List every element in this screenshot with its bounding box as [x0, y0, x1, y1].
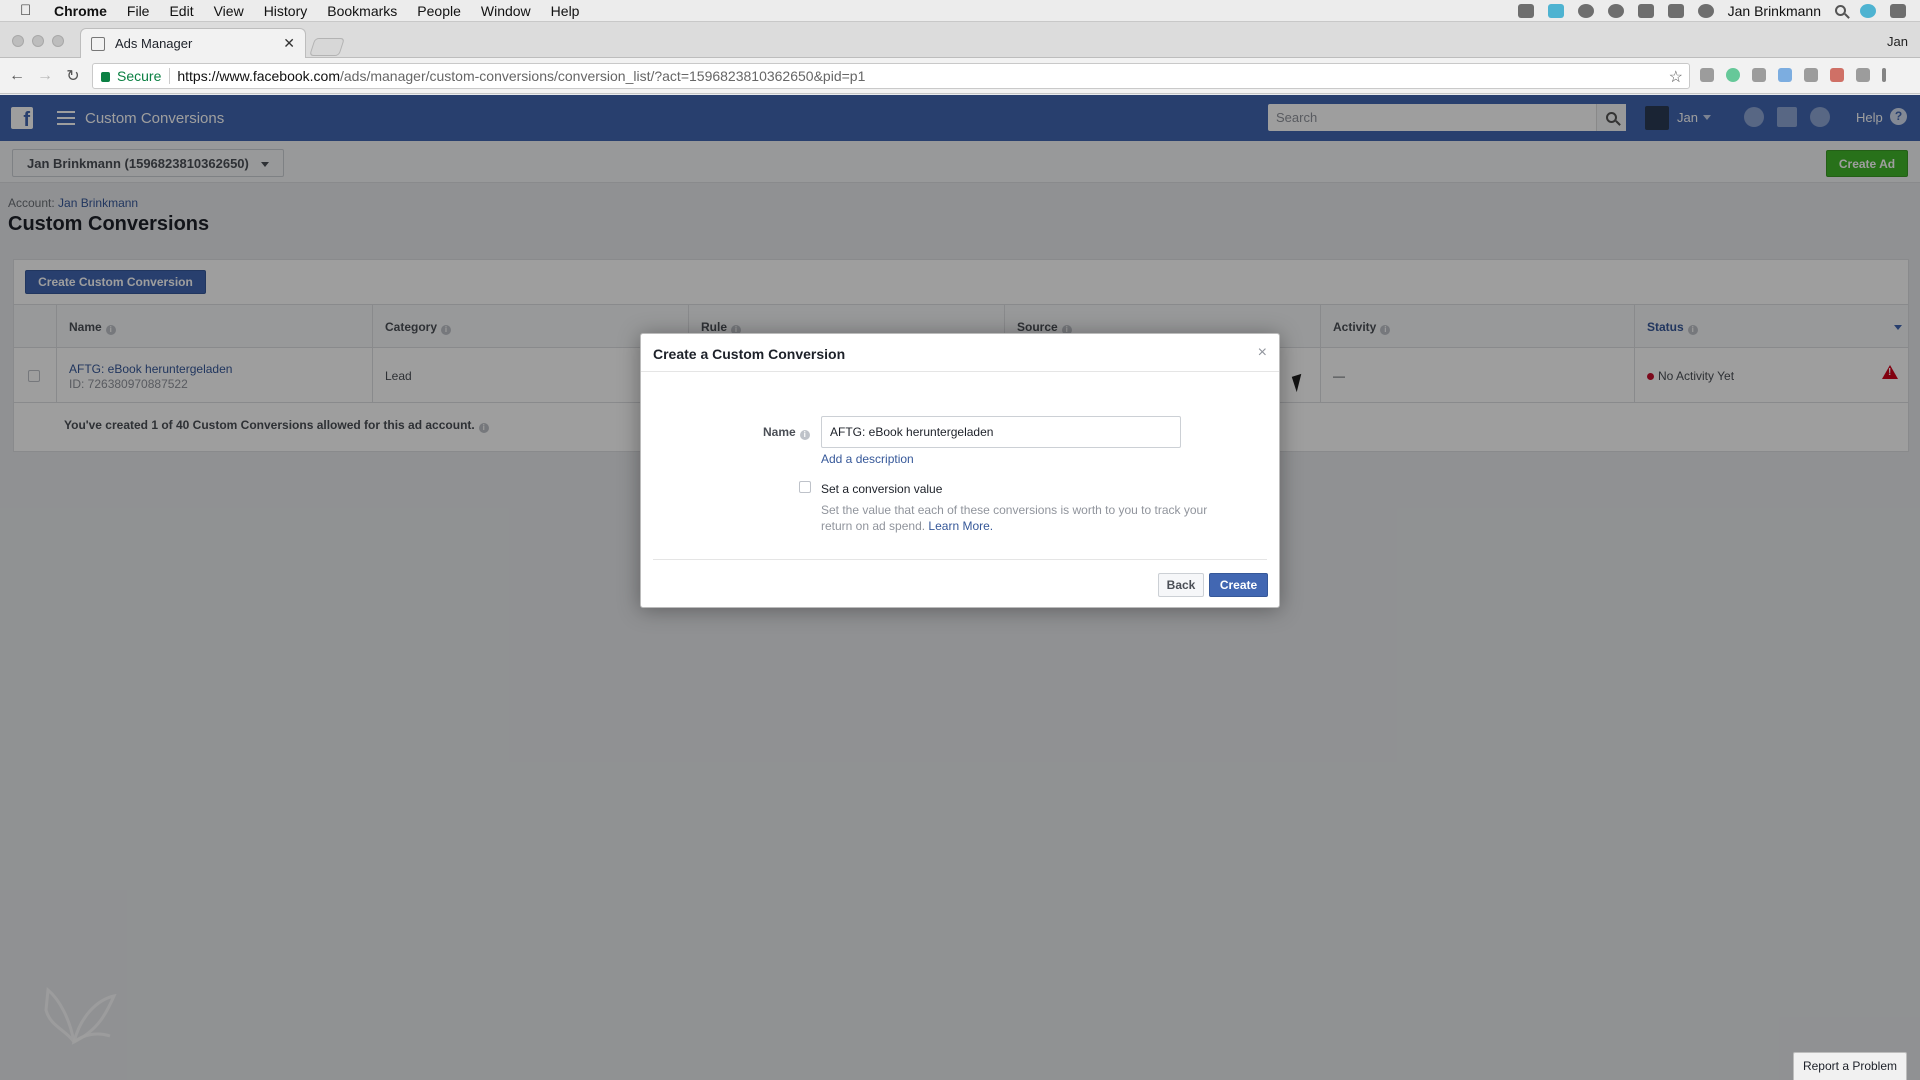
extension-m-icon[interactable] — [1726, 68, 1740, 82]
browser-menu-icon[interactable] — [1882, 68, 1886, 82]
extension-w-icon[interactable] — [1830, 68, 1844, 82]
menu-people[interactable]: People — [417, 3, 461, 19]
conversion-value-help: Set the value that each of these convers… — [821, 502, 1221, 534]
name-input[interactable] — [821, 416, 1181, 448]
lock-icon[interactable] — [1637, 4, 1654, 18]
menu-help[interactable]: Help — [551, 3, 580, 19]
close-icon[interactable]: × — [1258, 344, 1267, 362]
zoom-window-button[interactable] — [52, 35, 64, 47]
cloud-icon[interactable] — [1577, 4, 1594, 18]
menu-edit[interactable]: Edit — [169, 3, 193, 19]
close-window-button[interactable] — [12, 35, 24, 47]
forward-arrow-icon[interactable]: → — [34, 67, 56, 85]
learn-more-link[interactable]: Learn More. — [928, 519, 993, 533]
menu-view[interactable]: View — [214, 3, 244, 19]
extension-puzzle-icon[interactable] — [1856, 68, 1870, 82]
browser-profile[interactable]: Jan — [1887, 34, 1908, 49]
address-bar[interactable]: Secure https://www.facebook.com /ads/man… — [92, 63, 1690, 89]
dialog-header: Create a Custom Conversion × — [641, 334, 1279, 372]
menu-history[interactable]: History — [264, 3, 308, 19]
extension-password-icon[interactable] — [1700, 68, 1714, 82]
menubar-user[interactable]: Jan Brinkmann — [1728, 3, 1821, 19]
browser-tabstrip: Ads Manager ✕ Jan — [0, 22, 1920, 58]
create-custom-conversion-dialog: Create a Custom Conversion × Namei Add a… — [640, 333, 1280, 608]
menu-window[interactable]: Window — [481, 3, 531, 19]
address-separator — [169, 68, 171, 84]
sync-icon[interactable] — [1547, 4, 1564, 18]
report-problem-button[interactable]: Report a Problem — [1793, 1052, 1907, 1080]
back-arrow-icon[interactable]: ← — [6, 67, 28, 85]
name-label-text: Name — [763, 425, 796, 439]
page-favicon-icon — [91, 36, 105, 51]
extension-code-icon[interactable] — [1804, 68, 1818, 82]
url-host: https://www.facebook.com — [177, 68, 340, 84]
menubar-tray: Jan Brinkmann — [1517, 0, 1906, 22]
minimize-window-button[interactable] — [32, 35, 44, 47]
secure-lock-icon — [101, 72, 110, 82]
new-tab-button[interactable] — [309, 38, 345, 56]
reload-icon[interactable]: ↻ — [62, 66, 84, 86]
tab-close-icon[interactable]: ✕ — [283, 35, 295, 52]
apple-icon[interactable]:  — [20, 2, 38, 19]
browser-toolbar: ← → ↻ Secure https://www.facebook.com /a… — [0, 58, 1920, 94]
create-button[interactable]: Create — [1209, 573, 1268, 597]
info-icon[interactable]: i — [799, 430, 810, 440]
window-controls — [12, 35, 64, 47]
notification-center-icon[interactable] — [1890, 4, 1906, 18]
extension-screen-icon[interactable] — [1778, 68, 1792, 82]
screen-record-icon[interactable] — [1517, 4, 1534, 18]
back-button[interactable]: Back — [1158, 573, 1204, 597]
mac-menubar:  Chrome File Edit View History Bookmark… — [0, 0, 1920, 22]
menu-app[interactable]: Chrome — [54, 3, 107, 19]
add-description-link[interactable]: Add a description — [821, 452, 914, 466]
dialog-title: Create a Custom Conversion — [653, 346, 846, 362]
time-machine-icon[interactable] — [1697, 4, 1714, 18]
menu-file[interactable]: File — [127, 3, 150, 19]
dialog-footer-divider — [653, 559, 1267, 560]
menu-bookmarks[interactable]: Bookmarks — [327, 3, 397, 19]
tab-title: Ads Manager — [115, 36, 193, 51]
secure-label: Secure — [117, 68, 162, 84]
conversion-value-checkbox[interactable] — [799, 481, 811, 493]
siri-icon[interactable] — [1860, 4, 1876, 18]
bookmark-star-icon[interactable]: ☆ — [1669, 67, 1683, 87]
extension-icons — [1700, 68, 1886, 82]
airplay-icon[interactable] — [1667, 4, 1684, 18]
conversion-value-help-text: Set the value that each of these convers… — [821, 503, 1208, 533]
name-field-label: Name i — [763, 425, 810, 440]
url-path: /ads/manager/custom-conversions/conversi… — [340, 68, 866, 84]
conversion-value-label[interactable]: Set a conversion value — [821, 482, 942, 496]
password-icon[interactable] — [1607, 4, 1624, 18]
extension-db-icon[interactable] — [1752, 68, 1766, 82]
tab-ads-manager[interactable]: Ads Manager ✕ — [80, 28, 306, 58]
spotlight-icon[interactable] — [1835, 3, 1846, 19]
